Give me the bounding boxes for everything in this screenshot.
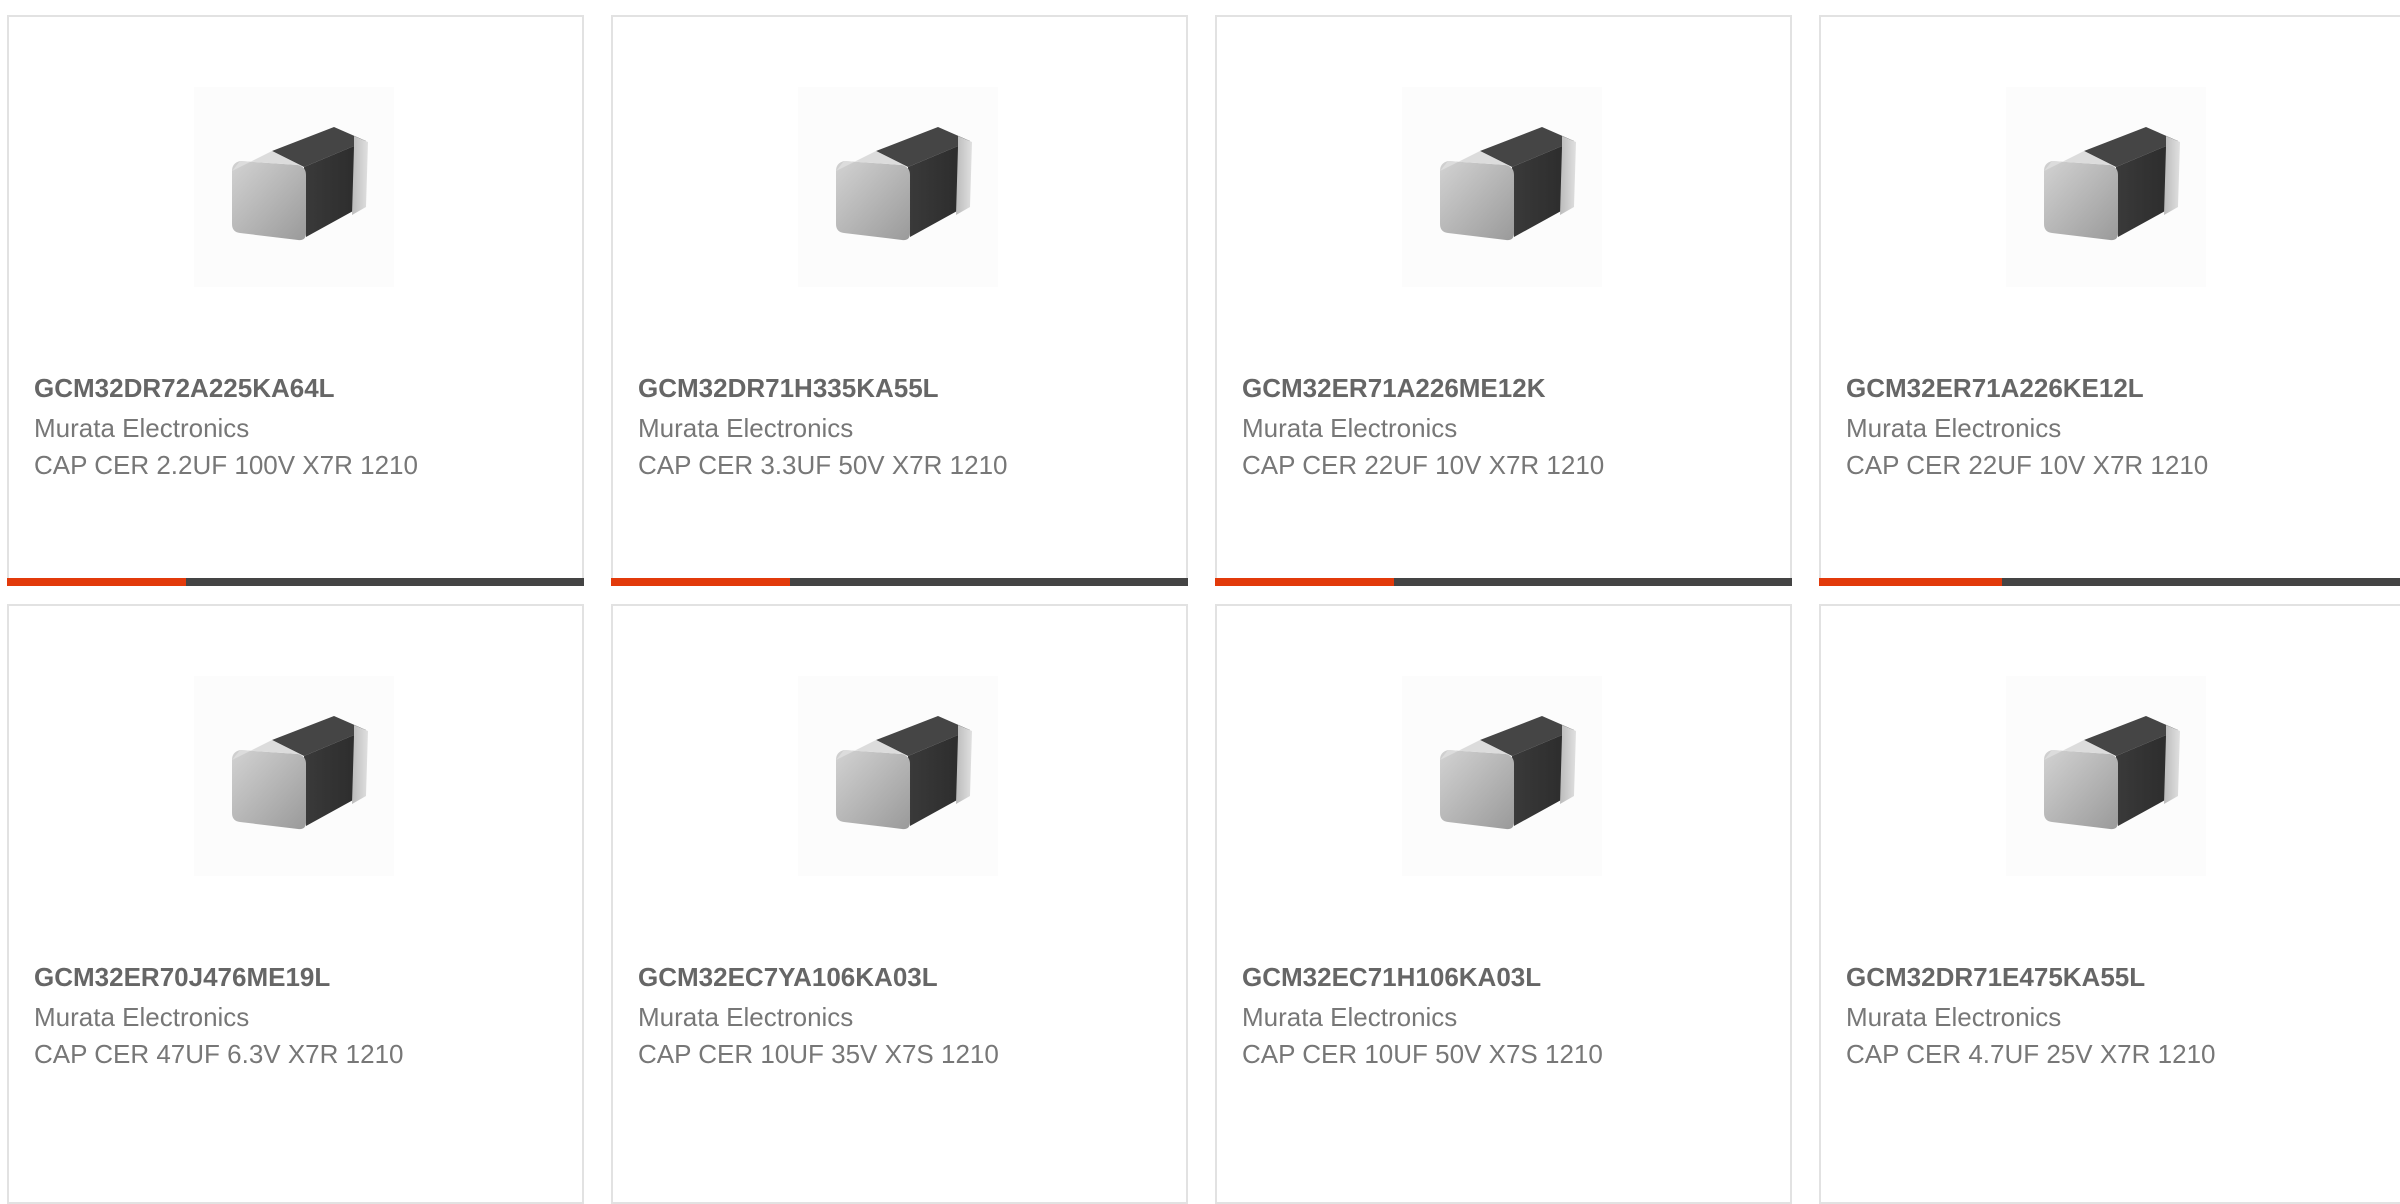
description: CAP CER 22UF 10V X7R 1210	[1242, 450, 1605, 480]
progress-bar-fill	[1819, 578, 2002, 586]
description: CAP CER 2.2UF 100V X7R 1210	[34, 450, 418, 480]
manufacturer: Murata Electronics	[1846, 1002, 2062, 1032]
capacitor-image[interactable]	[1402, 676, 1602, 876]
ceramic-capacitor-chip-icon	[1440, 127, 1576, 241]
description: CAP CER 3.3UF 50V X7R 1210	[638, 450, 1008, 480]
ceramic-capacitor-chip-icon	[1440, 716, 1576, 830]
part-number-link[interactable]: GCM32DR72A225KA64L	[34, 373, 335, 404]
description: CAP CER 10UF 50V X7S 1210	[1242, 1039, 1603, 1069]
progress-bar-fill	[611, 578, 790, 586]
product-card[interactable]: GCM32ER70J476ME19L Murata Electronics CA…	[7, 604, 584, 1204]
part-number-link[interactable]: GCM32ER71A226ME12K	[1242, 373, 1545, 404]
manufacturer: Murata Electronics	[1242, 1002, 1458, 1032]
progress-bar	[611, 578, 1188, 586]
progress-bar-fill	[1215, 578, 1394, 586]
manufacturer: Murata Electronics	[1846, 413, 2062, 443]
product-card[interactable]: GCM32DR71E475KA55L Murata Electronics CA…	[1819, 604, 2400, 1204]
part-number-link[interactable]: GCM32ER71A226KE12L	[1846, 373, 2144, 404]
product-card[interactable]: GCM32EC7YA106KA03L Murata Electronics CA…	[611, 604, 1188, 1204]
capacitor-image[interactable]	[1402, 87, 1602, 287]
manufacturer: Murata Electronics	[638, 413, 854, 443]
part-number-link[interactable]: GCM32DR71H335KA55L	[638, 373, 939, 404]
progress-bar	[1215, 578, 1792, 586]
product-card[interactable]: GCM32EC71H106KA03L Murata Electronics CA…	[1215, 604, 1792, 1204]
manufacturer: Murata Electronics	[34, 1002, 250, 1032]
progress-bar	[7, 578, 584, 586]
product-card[interactable]: GCM32ER71A226KE12L Murata Electronics CA…	[1819, 15, 2400, 586]
capacitor-image[interactable]	[194, 676, 394, 876]
description: CAP CER 47UF 6.3V X7R 1210	[34, 1039, 404, 1069]
progress-bar-fill	[7, 578, 186, 586]
part-number-link[interactable]: GCM32DR71E475KA55L	[1846, 962, 2145, 993]
description: CAP CER 10UF 35V X7S 1210	[638, 1039, 999, 1069]
ceramic-capacitor-chip-icon	[232, 716, 368, 830]
part-number-link[interactable]: GCM32ER70J476ME19L	[34, 962, 330, 993]
manufacturer: Murata Electronics	[34, 413, 250, 443]
capacitor-image[interactable]	[798, 87, 998, 287]
manufacturer: Murata Electronics	[638, 1002, 854, 1032]
ceramic-capacitor-chip-icon	[2044, 127, 2180, 241]
product-grid: GCM32DR72A225KA64L Murata Electronics CA…	[0, 0, 2400, 1204]
product-card[interactable]: GCM32DR71H335KA55L Murata Electronics CA…	[611, 15, 1188, 586]
capacitor-image[interactable]	[2006, 676, 2206, 876]
description: CAP CER 22UF 10V X7R 1210	[1846, 450, 2209, 480]
product-card[interactable]: GCM32DR72A225KA64L Murata Electronics CA…	[7, 15, 584, 586]
manufacturer: Murata Electronics	[1242, 413, 1458, 443]
capacitor-image[interactable]	[2006, 87, 2206, 287]
ceramic-capacitor-chip-icon	[232, 127, 368, 241]
ceramic-capacitor-chip-icon	[836, 127, 972, 241]
description: CAP CER 4.7UF 25V X7R 1210	[1846, 1039, 2216, 1069]
product-card[interactable]: GCM32ER71A226ME12K Murata Electronics CA…	[1215, 15, 1792, 586]
progress-bar	[1819, 578, 2400, 586]
ceramic-capacitor-chip-icon	[2044, 716, 2180, 830]
capacitor-image[interactable]	[798, 676, 998, 876]
part-number-link[interactable]: GCM32EC71H106KA03L	[1242, 962, 1541, 993]
ceramic-capacitor-chip-icon	[836, 716, 972, 830]
capacitor-image[interactable]	[194, 87, 394, 287]
part-number-link[interactable]: GCM32EC7YA106KA03L	[638, 962, 938, 993]
